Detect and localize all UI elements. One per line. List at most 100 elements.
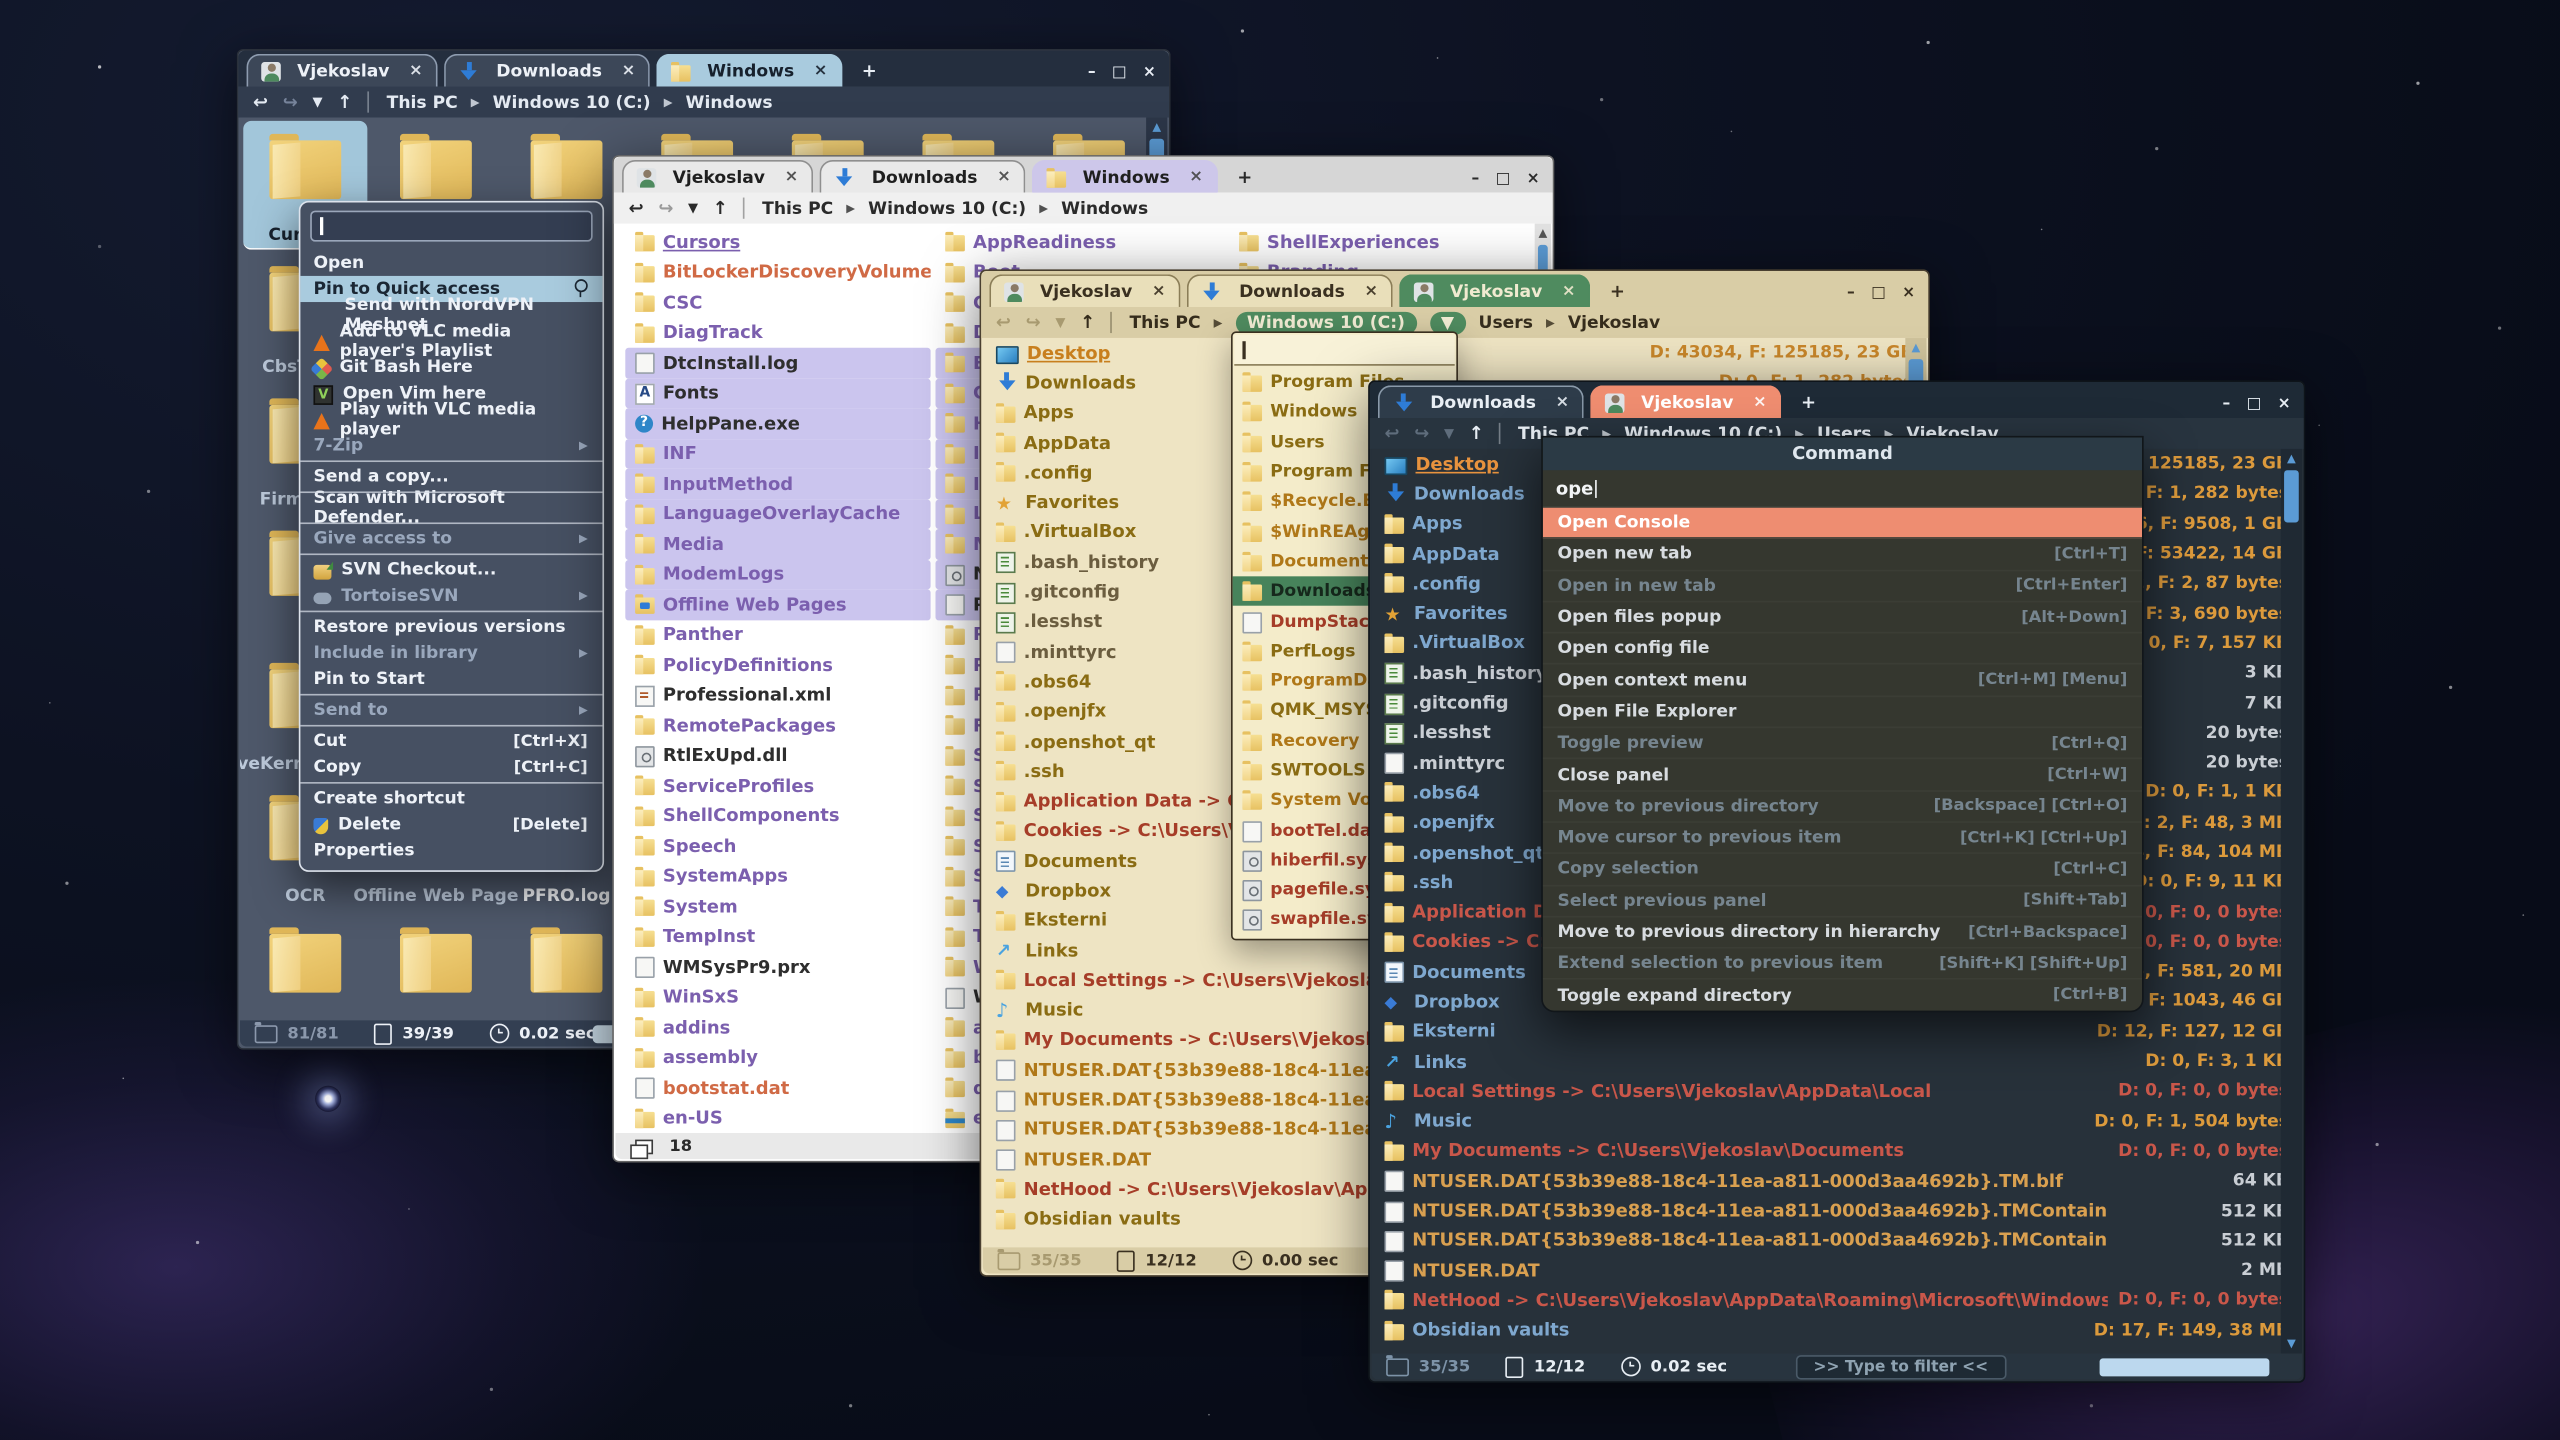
tab-vjekoslav[interactable]: Vjekoslav× xyxy=(1399,274,1590,307)
context-menu-item-copy[interactable]: Copy[Ctrl+C] xyxy=(300,754,602,780)
file-row-modemlogs[interactable]: ModemLogs xyxy=(625,559,930,589)
file-row-dtcinstall-log[interactable]: DtcInstall.log xyxy=(625,348,930,378)
file-row-obsidian-vaults[interactable]: Obsidian vaultsD: 17, F: 149, 38 MB xyxy=(1371,1315,2302,1345)
tab-close-icon[interactable]: × xyxy=(785,168,799,186)
scroll-thumb[interactable] xyxy=(2284,470,2299,522)
file-row-nethood[interactable]: NetHood -> C:\Users\Vjekoslav\AppData\Ro… xyxy=(1371,1285,2302,1315)
scroll-up-icon[interactable]: ▲ xyxy=(1535,224,1551,244)
tab-vjekoslav[interactable]: Vjekoslav× xyxy=(1590,385,1781,418)
command-item-open-file-explorer[interactable]: Open File Explorer xyxy=(1543,697,2142,729)
close-button[interactable]: × xyxy=(1527,173,1540,186)
file-row-speech[interactable]: Speech xyxy=(625,831,930,861)
new-tab-button[interactable]: + xyxy=(1788,391,1829,412)
history-dropdown-button[interactable]: ▼ xyxy=(313,93,323,111)
file-row-diagtrack[interactable]: DiagTrack xyxy=(625,318,930,348)
file-row-shellcomponents[interactable]: ShellComponents xyxy=(625,801,930,831)
tab-close-icon[interactable]: × xyxy=(814,62,828,80)
command-item-open-in-new-tab[interactable]: Open in new tab[Ctrl+Enter] xyxy=(1543,571,2142,603)
tab-close-icon[interactable]: × xyxy=(1753,393,1767,411)
file-row-wmsyspr9-prx[interactable]: WMSysPr9.prx xyxy=(625,952,930,982)
grid-item-policydefinitions[interactable]: PolicyDefinitions xyxy=(243,914,367,1022)
close-button[interactable]: × xyxy=(2278,398,2291,411)
command-item-move-cursor-to-previous-item[interactable]: Move cursor to previous item[Ctrl+K] [Ct… xyxy=(1543,823,2142,855)
scrollbar[interactable]: ▲ ▼ xyxy=(2281,449,2302,1353)
minimize-button[interactable]: – xyxy=(2223,398,2231,411)
title-bar[interactable]: Vjekoslav×Downloads×Vjekoslav×+ –□× xyxy=(981,271,1928,307)
context-menu-item-send-to[interactable]: Send to▶ xyxy=(300,697,602,723)
title-bar[interactable]: Vjekoslav×Downloads×Windows×+ –□× xyxy=(238,51,1169,87)
grid-item-printdialog[interactable]: PrintDialog xyxy=(504,914,628,1022)
command-item-extend-selection-to-previous-item[interactable]: Extend selection to previous item[Shift+… xyxy=(1543,949,2142,981)
tab-close-icon[interactable]: × xyxy=(1152,282,1166,300)
forward-button[interactable]: ↪ xyxy=(1414,424,1429,442)
title-bar[interactable]: Vjekoslav×Downloads×Windows×+ –□× xyxy=(614,157,1553,193)
breadcrumb-windows[interactable]: Windows xyxy=(686,92,773,112)
command-item-copy-selection[interactable]: Copy selection[Ctrl+C] xyxy=(1543,854,2142,886)
tab-downloads[interactable]: Downloads× xyxy=(1378,385,1584,418)
maximize-button[interactable]: □ xyxy=(1496,173,1511,186)
scroll-up-icon[interactable]: ▲ xyxy=(2281,449,2302,469)
file-row-eksterni[interactable]: EksterniD: 12, F: 127, 12 GB xyxy=(1371,1017,2302,1047)
file-row-ntuser-dat-53b39e88-18c4-11ea-a811-000d3aa4692b-tm-blf[interactable]: NTUSER.DAT{53b39e88-18c4-11ea-a811-000d3… xyxy=(1371,1166,2302,1196)
breadcrumb-this-pc[interactable]: This PC xyxy=(1129,313,1200,333)
file-row-cursors[interactable]: Cursors xyxy=(625,227,930,257)
file-row-professional-xml[interactable]: Professional.xml xyxy=(625,680,930,710)
command-item-move-to-previous-directory-in-hierarchy[interactable]: Move to previous directory in hierarchy[… xyxy=(1543,917,2142,949)
file-row-my-documents[interactable]: My Documents -> C:\Users\Vjekoslav\Docum… xyxy=(1371,1136,2302,1166)
context-menu-item-add-to-vlc-media-player-s-playlist[interactable]: Add to VLC media player's Playlist xyxy=(300,328,602,354)
file-row-offline-web-pages[interactable]: Offline Web Pages xyxy=(625,589,930,619)
forward-button[interactable]: ↪ xyxy=(283,93,298,111)
breadcrumb-this-pc[interactable]: This PC xyxy=(762,198,833,218)
tab-close-icon[interactable]: × xyxy=(1364,282,1378,300)
scroll-up-icon[interactable]: ▲ xyxy=(1905,338,1926,358)
history-dropdown-button[interactable]: ▼ xyxy=(688,199,698,217)
up-button[interactable]: ↑ xyxy=(1469,424,1484,442)
file-row-systemapps[interactable]: SystemApps xyxy=(625,861,930,891)
breadcrumb-windows-10-c[interactable]: Windows 10 (C:) xyxy=(493,92,651,112)
file-row-ntuser-dat-53b39e88-18c4-11ea-a811-000d3aa4692b-tmcontainer00000000000000000002-regtrans-ms[interactable]: NTUSER.DAT{53b39e88-18c4-11ea-a811-000d3… xyxy=(1371,1226,2302,1256)
file-row-ntuser-dat[interactable]: NTUSER.DAT2 MB xyxy=(1371,1256,2302,1286)
command-item-open-console[interactable]: Open Console xyxy=(1543,508,2142,540)
context-menu-item-create-shortcut[interactable]: Create shortcut xyxy=(300,785,602,811)
context-menu-item-tortoisesvn[interactable]: TortoiseSVN▶ xyxy=(300,583,602,609)
forward-button[interactable]: ↪ xyxy=(658,199,673,217)
back-button[interactable]: ↩ xyxy=(253,93,268,111)
file-row-music[interactable]: MusicD: 0, F: 1, 504 bytes xyxy=(1371,1106,2302,1136)
new-tab-button[interactable]: + xyxy=(849,60,890,81)
file-row-assembly[interactable]: assembly xyxy=(625,1042,930,1072)
file-row-inputmethod[interactable]: InputMethod xyxy=(625,469,930,499)
file-row-fonts[interactable]: Fonts xyxy=(625,378,930,408)
breadcrumb-users[interactable]: Users xyxy=(1479,313,1533,333)
command-item-open-new-tab[interactable]: Open new tab[Ctrl+T] xyxy=(1543,539,2142,571)
context-menu-item-give-access-to[interactable]: Give access to▶ xyxy=(300,526,602,552)
maximize-button[interactable]: □ xyxy=(1871,287,1886,300)
context-menu-item-send-a-copy[interactable]: Send a copy... xyxy=(300,464,602,490)
context-menu-item-scan-with-microsoft-defender[interactable]: Scan with Microsoft Defender... xyxy=(300,495,602,521)
context-menu-item-pin-to-start[interactable]: Pin to Start xyxy=(300,666,602,692)
close-button[interactable]: × xyxy=(1143,67,1156,80)
title-bar[interactable]: Downloads×Vjekoslav×+ –□× xyxy=(1370,382,2304,418)
tab-vjekoslav[interactable]: Vjekoslav× xyxy=(247,54,438,87)
minimize-button[interactable]: – xyxy=(1088,67,1096,80)
file-row-policydefinitions[interactable]: PolicyDefinitions xyxy=(625,650,930,680)
command-palette-input[interactable]: ope xyxy=(1543,470,2142,508)
context-menu-item-delete[interactable]: Delete[Delete] xyxy=(300,811,602,837)
filter-field[interactable] xyxy=(2100,1358,2270,1376)
tab-close-icon[interactable]: × xyxy=(409,62,423,80)
breadcrumb-windows-10-c[interactable]: Windows 10 (C:) xyxy=(868,198,1026,218)
tab-windows[interactable]: Windows× xyxy=(1032,160,1218,193)
file-row-remotepackages[interactable]: RemotePackages xyxy=(625,710,930,740)
command-item-close-panel[interactable]: Close panel[Ctrl+W] xyxy=(1543,760,2142,792)
file-row-media[interactable]: Media xyxy=(625,529,930,559)
file-row-en-us[interactable]: en-US xyxy=(625,1103,930,1133)
file-row-languageoverlaycache[interactable]: LanguageOverlayCache xyxy=(625,499,930,529)
tab-vjekoslav[interactable]: Vjekoslav× xyxy=(989,274,1180,307)
command-item-open-config-file[interactable]: Open config file xyxy=(1543,634,2142,666)
tab-windows[interactable]: Windows× xyxy=(657,54,843,87)
tab-close-icon[interactable]: × xyxy=(1562,282,1576,300)
file-row-addins[interactable]: addins xyxy=(625,1012,930,1042)
scroll-up-icon[interactable]: ▲ xyxy=(1146,118,1167,138)
file-row-rtlexupd-dll[interactable]: RtlExUpd.dll xyxy=(625,740,930,770)
command-item-move-to-previous-directory[interactable]: Move to previous directory[Backspace] [C… xyxy=(1543,791,2142,823)
context-menu-item-restore-previous-versions[interactable]: Restore previous versions xyxy=(300,614,602,640)
